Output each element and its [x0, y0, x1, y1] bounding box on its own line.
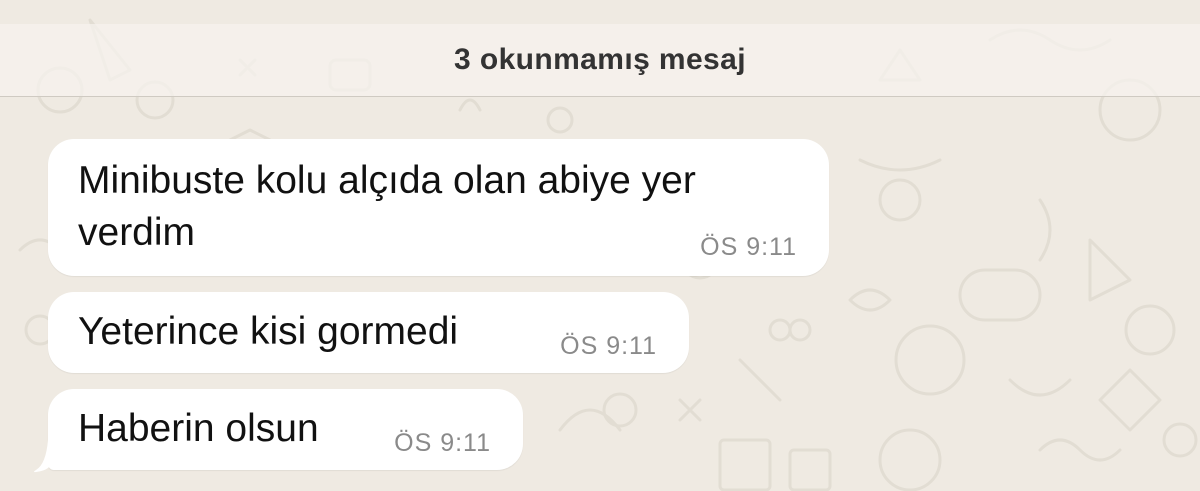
- message-text: Haberin olsun: [78, 407, 319, 450]
- message-bubble[interactable]: Minibuste kolu alçıda olan abiye yer ver…: [48, 139, 829, 276]
- unread-count-label: 3 okunmamış mesaj: [454, 43, 746, 76]
- message-timestamp: ÖS 9:11: [560, 332, 657, 360]
- message-timestamp: ÖS 9:11: [394, 429, 491, 457]
- message-text-line-2: verdim: [78, 211, 196, 254]
- unread-messages-banner: 3 okunmamış mesaj: [0, 24, 1200, 97]
- message-bubble[interactable]: Yeterince kisi gormedi ÖS 9:11: [48, 292, 689, 373]
- message-timestamp: ÖS 9:11: [700, 233, 797, 261]
- bubble-tail-icon: [34, 440, 52, 473]
- message-text-line-1: Minibuste kolu alçıda olan abiye yer: [78, 159, 696, 202]
- message-text: Yeterince kisi gormedi: [78, 310, 459, 353]
- message-bubble[interactable]: Haberin olsun ÖS 9:11: [48, 389, 523, 470]
